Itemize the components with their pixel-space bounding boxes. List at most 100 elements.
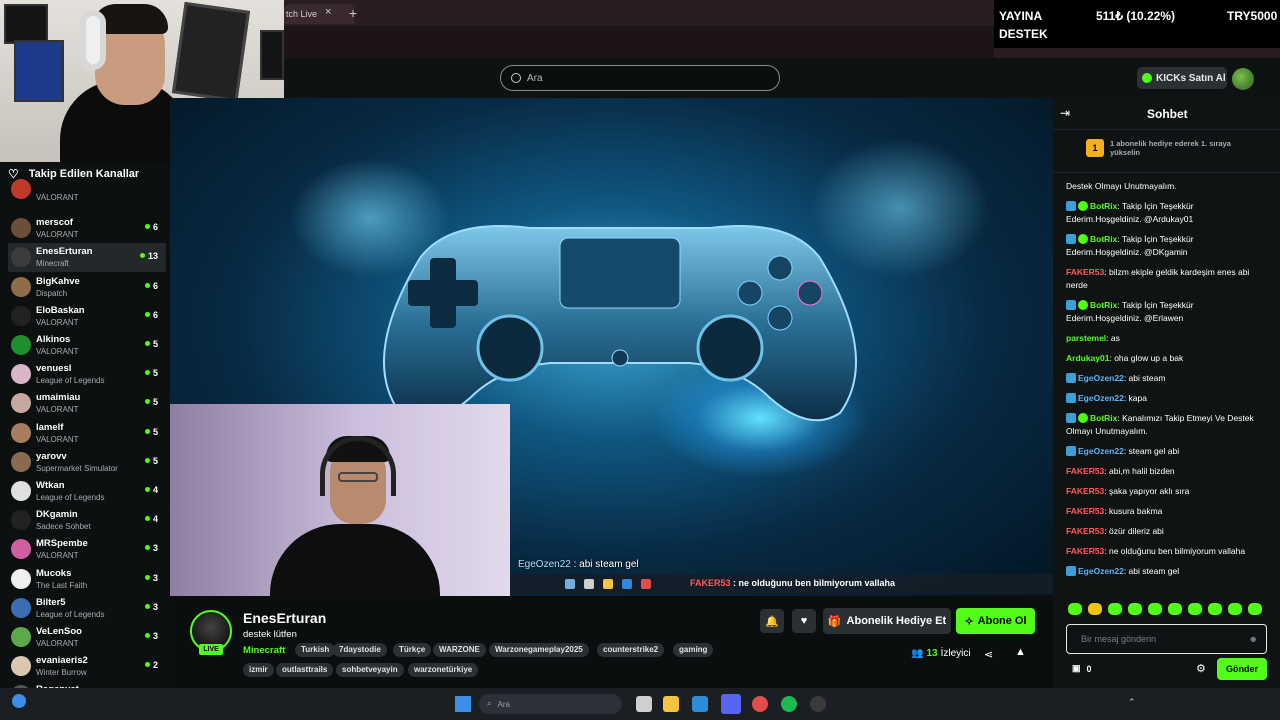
search-icon: ⌕	[487, 699, 492, 708]
chat-settings-gear-icon[interactable]: ⚙	[1196, 662, 1206, 675]
chat-username[interactable]: EgeOzen22	[1078, 393, 1124, 403]
send-button[interactable]: Gönder	[1217, 658, 1267, 680]
report-icon[interactable]: ▲	[1015, 646, 1026, 658]
store-icon[interactable]	[692, 696, 708, 712]
stream-tag[interactable]: gaming	[673, 643, 714, 657]
emote-icon[interactable]	[1208, 603, 1222, 615]
chat-text: : steam gel abi	[1123, 446, 1180, 456]
user-avatar[interactable]	[1232, 68, 1254, 90]
sidebar-channel-item[interactable]: evaniaeris2 Winter Burrow 2	[8, 652, 166, 681]
channel-name[interactable]: EnesErturan	[243, 610, 326, 626]
chat-username[interactable]: BotRix	[1090, 300, 1117, 310]
emote-icon[interactable]	[1148, 603, 1162, 615]
share-icon[interactable]: ⋖	[984, 648, 993, 661]
stream-tag[interactable]: izmir	[243, 663, 274, 677]
chrome-icon[interactable]	[752, 696, 768, 712]
chat-username[interactable]: parstemel	[1066, 333, 1106, 343]
chat-username[interactable]: FAKER53	[1066, 267, 1104, 277]
taskbar-search-input[interactable]: ⌕ Ara	[479, 694, 622, 714]
channel-points[interactable]: ▣ 0	[1072, 663, 1092, 674]
chat-username[interactable]: BotRix	[1090, 413, 1117, 423]
network-icon[interactable]: ⌃	[1128, 697, 1136, 708]
sidebar-channel-item[interactable]: BigKahve Dispatch 6	[8, 273, 166, 302]
sidebar-channel-item[interactable]: EloBaskan VALORANT 6	[8, 302, 166, 331]
notification-bell-button[interactable]: 🔔	[760, 609, 784, 633]
stream-tag[interactable]: Warzonegameplay2025	[489, 643, 589, 657]
emote-icon[interactable]	[1108, 603, 1122, 615]
stream-tag[interactable]: Türkçe	[393, 643, 432, 657]
sidebar-channel-item[interactable]: EnesErturan Minecraft 13	[8, 243, 166, 273]
stream-tag[interactable]: outlasttrails	[276, 663, 334, 677]
chat-message-input[interactable]: Bir mesaj gönderin ☻	[1066, 624, 1267, 654]
start-menu-icon[interactable]	[455, 696, 471, 712]
emote-icon[interactable]	[1068, 603, 1082, 615]
gift-subscription-button[interactable]: 🎁 Abonelik Hediye Et	[823, 608, 951, 634]
video-player[interactable]	[170, 98, 1053, 596]
stream-tag[interactable]: sohbetveyayin	[336, 663, 404, 677]
subscribe-button[interactable]: ✧ Abone Ol	[956, 608, 1035, 634]
stream-tag[interactable]: Turkish	[295, 643, 336, 657]
task-view-icon[interactable]	[636, 696, 652, 712]
chat-username[interactable]: BotRix	[1090, 234, 1117, 244]
chat-username[interactable]: EgeOzen22	[1078, 566, 1124, 576]
discord-icon[interactable]	[721, 694, 741, 714]
buy-kicks-button[interactable]: KICKs Satın Al	[1137, 67, 1227, 89]
sidebar-channel-item[interactable]: MRSpembe VALORANT 3	[8, 535, 166, 564]
chat-username[interactable]: Ardukay01	[1066, 353, 1109, 363]
sidebar-channel-item[interactable]: Alkinos VALORANT 5	[8, 331, 166, 360]
sidebar-channel-item[interactable]: VeLenSoo VALORANT 3	[8, 623, 166, 652]
sidebar-channel-item[interactable]: lamelf VALORANT 5	[8, 419, 166, 448]
person-body	[270, 524, 440, 596]
chat-username[interactable]: FAKER53	[1066, 486, 1104, 496]
emote-icon[interactable]	[1228, 603, 1242, 615]
emote-icon[interactable]	[1128, 603, 1142, 615]
file-explorer-icon[interactable]	[663, 696, 679, 712]
chat-username[interactable]: EgeOzen22	[1078, 446, 1124, 456]
weather-icon[interactable]	[12, 694, 26, 708]
collapse-chat-icon[interactable]: ⇥	[1060, 106, 1070, 120]
stream-tag[interactable]: warzonetürkiye	[408, 663, 479, 677]
sidebar-channel-item[interactable]: merscof VALORANT 6	[8, 214, 166, 243]
search-input[interactable]: Ara	[500, 65, 780, 91]
sidebar-channel-item[interactable]: Mucoks The Last Faith 3	[8, 565, 166, 594]
stream-tag[interactable]: 7daystodie	[333, 643, 387, 657]
chat-username[interactable]: FAKER53	[1066, 506, 1104, 516]
emoji-icon[interactable]: ☻	[1249, 634, 1258, 644]
sidebar-channel-item[interactable]: venuesl League of Legends 5	[8, 360, 166, 389]
chat-username[interactable]: FAKER53	[1066, 546, 1104, 556]
viewer-count: 3	[145, 631, 158, 641]
follow-heart-button[interactable]: ♥	[792, 609, 816, 633]
emote-icon[interactable]	[1188, 603, 1202, 615]
sidebar-channel-item[interactable]: umaimiau VALORANT 5	[8, 389, 166, 418]
stream-tag[interactable]: counterstrike2	[597, 643, 665, 657]
controller-image	[383, 225, 857, 422]
sidebar-channel-item[interactable]: DKgamin Sadece Sohbet 4	[8, 506, 166, 535]
chat-username[interactable]: EgeOzen22	[1078, 373, 1124, 383]
sidebar-channel-item[interactable]: yarovv Supermarket Simulator 5	[8, 448, 166, 477]
chat-username[interactable]: FAKER53	[1066, 466, 1104, 476]
chat-message: EgeOzen22: abi steam	[1066, 372, 1271, 385]
emote-icon[interactable]	[1088, 603, 1102, 615]
channel-game: VALORANT	[36, 317, 79, 327]
tab-close-icon[interactable]: ×	[325, 6, 331, 18]
stream-tag[interactable]: WARZONE	[433, 643, 486, 657]
channel-avatar	[11, 335, 31, 355]
chat-text: : oha glow up a bak	[1109, 353, 1184, 363]
new-tab-icon[interactable]: +	[349, 5, 357, 21]
chat-username[interactable]: FAKER53	[1066, 526, 1104, 536]
sidebar-channel-item[interactable]: Bilter5 League of Legends 3	[8, 594, 166, 623]
app-icon[interactable]	[810, 696, 826, 712]
emote-icon[interactable]	[1168, 603, 1182, 615]
channel-name: lamelf	[36, 421, 64, 433]
pinned-gift-leaderboard[interactable]: 1 1 abonelik hediye ederek 1. sıraya yük…	[1086, 139, 1246, 157]
gift-icon: 🎁	[827, 615, 842, 628]
chat-username[interactable]: BotRix	[1090, 201, 1117, 211]
guest-webcam	[170, 404, 510, 596]
stream-category[interactable]: Minecraft	[243, 645, 285, 656]
spotify-icon[interactable]	[781, 696, 797, 712]
sidebar-channel-item[interactable]: VALORANT	[8, 179, 166, 205]
sidebar-channel-item[interactable]: Wtkan League of Legends 4	[8, 477, 166, 506]
viewer-count: 5	[145, 427, 158, 437]
emote-icon[interactable]	[1248, 603, 1262, 615]
browser-tab[interactable]: tch Live	[284, 4, 354, 24]
